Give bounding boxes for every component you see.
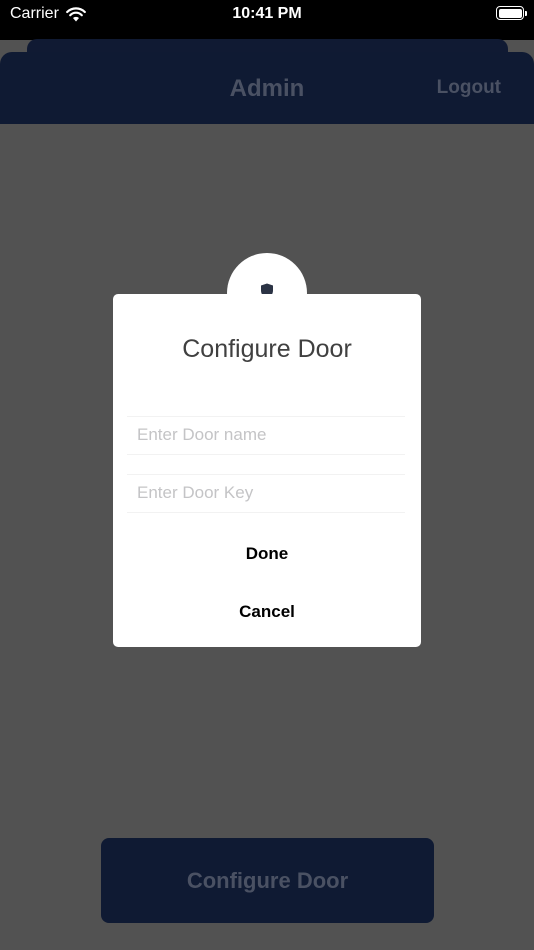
- logout-button[interactable]: Logout: [437, 77, 501, 99]
- cancel-button[interactable]: Cancel: [113, 592, 421, 632]
- configure-door-button[interactable]: Configure Door: [101, 838, 434, 923]
- door-key-input[interactable]: [127, 474, 405, 512]
- divider: [127, 512, 405, 513]
- battery-icon: [496, 6, 527, 20]
- status-time: 10:41 PM: [232, 5, 302, 22]
- divider: [127, 454, 405, 455]
- dialog-title: Configure Door: [182, 335, 352, 363]
- status-bar: Carrier 10:41 PM: [0, 0, 534, 40]
- screen: Carrier 10:41 PM Admin Logout Configure …: [0, 0, 534, 950]
- configure-door-dialog: Configure Door Done Cancel: [113, 294, 421, 647]
- nav-bar: Admin Logout: [0, 52, 534, 124]
- done-button[interactable]: Done: [113, 534, 421, 574]
- door-name-input[interactable]: [127, 416, 405, 454]
